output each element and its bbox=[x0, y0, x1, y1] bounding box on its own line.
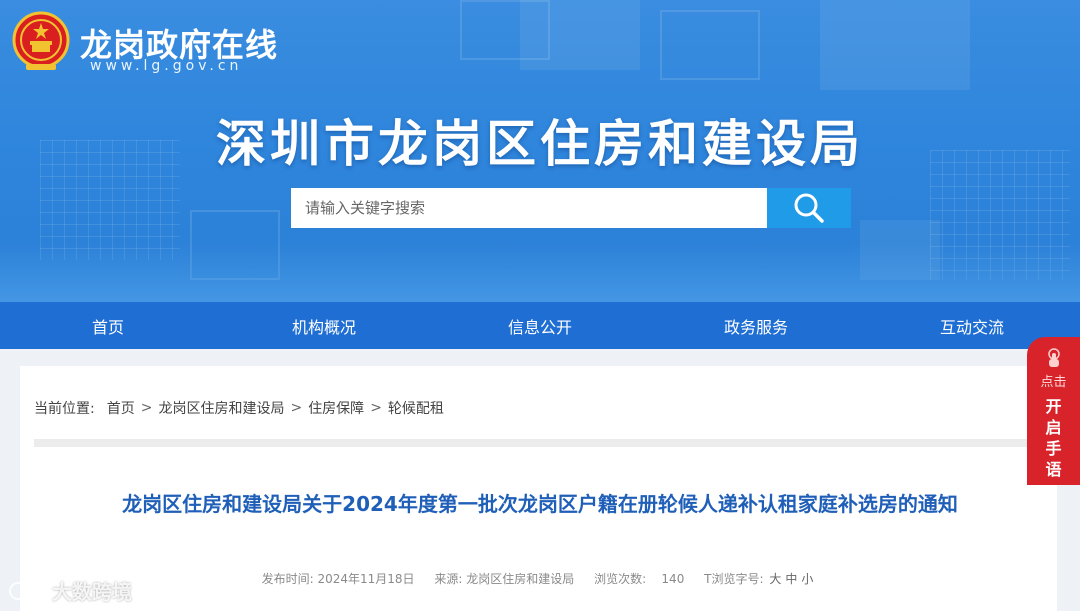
watermark-text: 大数跨境 bbox=[52, 580, 132, 604]
search-icon bbox=[794, 193, 824, 223]
article-meta: 发布时间: 2024年11月18日 来源: 龙岗区住房和建设局 浏览次数: 14… bbox=[20, 570, 1057, 587]
meta-publish-label: 发布时间: bbox=[261, 572, 314, 586]
divider bbox=[34, 439, 1042, 447]
site-url: www.lg.gov.cn bbox=[90, 58, 243, 74]
meta-source-value: 龙岗区住房和建设局 bbox=[466, 572, 575, 586]
breadcrumb-separator: > bbox=[290, 400, 303, 416]
hand-pointer-icon bbox=[1047, 348, 1060, 367]
breadcrumb-item-rental-queue[interactable]: 轮候配租 bbox=[388, 398, 444, 418]
search-button[interactable] bbox=[767, 188, 851, 228]
department-title: 深圳市龙岗区住房和建设局 bbox=[216, 115, 864, 173]
banner-decoration bbox=[660, 10, 760, 80]
national-emblem-icon bbox=[12, 11, 70, 70]
watermark: 大数跨境 bbox=[8, 576, 132, 605]
meta-views: 浏览次数: 140 bbox=[594, 572, 684, 586]
meta-source: 来源: 龙岗区住房和建设局 bbox=[434, 572, 574, 586]
header-banner: 龙岗政府在线 www.lg.gov.cn 深圳市龙岗区住房和建设局 bbox=[0, 0, 1080, 302]
meta-views-count: 140 bbox=[661, 572, 685, 586]
meta-publish: 发布时间: 2024年11月18日 bbox=[262, 572, 415, 586]
font-size-small[interactable]: 小 bbox=[801, 572, 813, 586]
meta-font-label: T浏览字号: bbox=[704, 572, 764, 586]
nav-item-gov-services[interactable]: 政务服务 bbox=[648, 302, 864, 349]
nav-item-home[interactable]: 首页 bbox=[0, 302, 216, 349]
banner-skyline bbox=[0, 242, 1080, 302]
banner-decoration bbox=[820, 0, 970, 90]
meta-font-size: T浏览字号: 大中小 bbox=[704, 572, 815, 586]
meta-source-label: 来源: bbox=[434, 572, 463, 586]
nav-item-info-disclosure[interactable]: 信息公开 bbox=[432, 302, 648, 349]
article-title: 龙岗区住房和建设局关于2024年度第一批次龙岗区户籍在册轮候人递补认租家庭补选房… bbox=[122, 492, 958, 516]
watermark-logo-icon bbox=[9, 581, 46, 600]
search-input[interactable] bbox=[291, 188, 767, 228]
meta-views-label: 浏览次数: bbox=[594, 572, 647, 586]
font-size-medium[interactable]: 中 bbox=[785, 572, 797, 586]
breadcrumb-lead: 当前位置: bbox=[34, 401, 95, 417]
sign-language-click-label: 点击 bbox=[1040, 375, 1067, 390]
breadcrumb: 当前位置: 首页 > 龙岗区住房和建设局 > 住房保障 > 轮候配租 bbox=[34, 398, 444, 418]
content-panel: 当前位置: 首页 > 龙岗区住房和建设局 > 住房保障 > 轮候配租 龙岗区住房… bbox=[20, 366, 1057, 611]
font-size-large[interactable]: 大 bbox=[769, 572, 781, 586]
breadcrumb-item-housing-security[interactable]: 住房保障 bbox=[308, 398, 364, 418]
breadcrumb-separator: > bbox=[140, 400, 153, 416]
nav-item-organization[interactable]: 机构概况 bbox=[216, 302, 432, 349]
sign-language-toggle[interactable]: 点击 开启手语 bbox=[1027, 337, 1080, 485]
breadcrumb-item-bureau[interactable]: 龙岗区住房和建设局 bbox=[158, 398, 284, 418]
main-nav: 首页 机构概况 信息公开 政务服务 互动交流 bbox=[0, 302, 1080, 349]
breadcrumb-item-home[interactable]: 首页 bbox=[107, 398, 135, 418]
breadcrumb-separator: > bbox=[370, 400, 382, 416]
sign-language-label: 开启手语 bbox=[1045, 397, 1062, 479]
meta-publish-date: 2024年11月18日 bbox=[317, 572, 415, 586]
banner-decoration bbox=[460, 0, 550, 60]
